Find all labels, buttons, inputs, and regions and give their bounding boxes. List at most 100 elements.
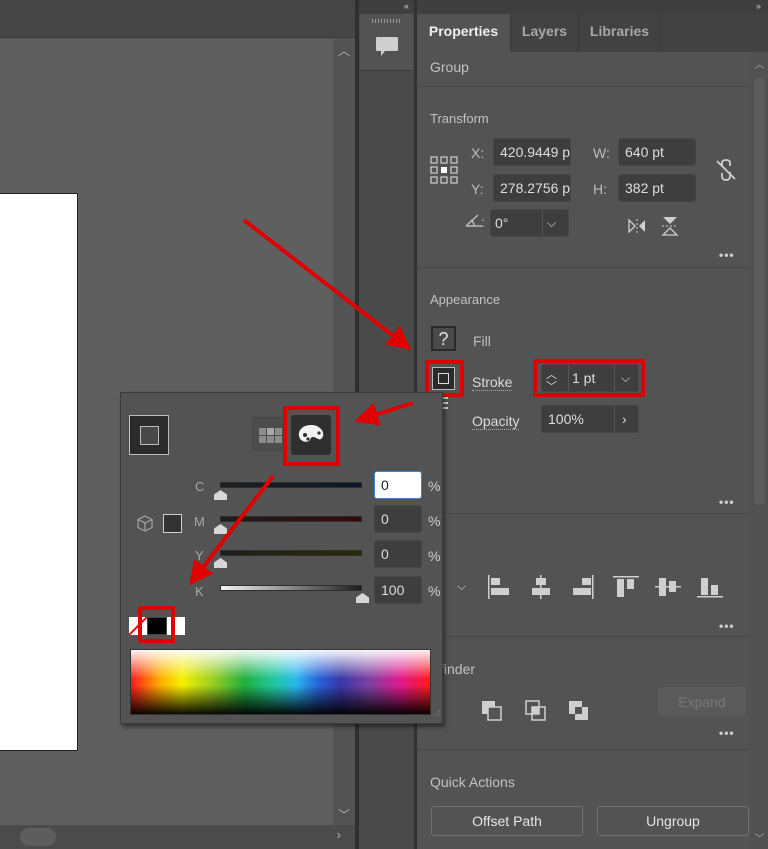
pathfinder-more-options[interactable]: ••• [719,726,735,740]
highlight-color-mixer [283,406,340,466]
panel-scroll-thumb[interactable] [754,77,765,505]
chevron-down-icon[interactable]: ⌵ [457,579,466,594]
web-safe-swatch[interactable] [163,514,182,533]
section-divider [417,267,750,268]
magenta-input[interactable]: 0 [374,505,422,533]
comments-panel-button[interactable] [360,14,413,71]
align-bottom-icon[interactable] [697,576,723,598]
swatches-view-button[interactable] [252,417,287,451]
w-label: W: [593,145,610,161]
align-left-icon[interactable] [488,575,510,599]
pathfinder-exclude-icon[interactable] [568,700,590,722]
stroke-label[interactable]: Stroke [472,374,513,391]
chevron-right-icon[interactable]: › [337,827,341,842]
y-label: Y: [471,181,484,197]
rotate-angle-input[interactable]: 0° ⌵ [490,209,569,237]
tab-libraries[interactable]: Libraries [579,14,661,52]
opacity-value: 100% [548,411,584,427]
chevron-up-icon[interactable]: ︿ [751,56,768,71]
transform-title: Transform [430,111,489,126]
ungroup-button[interactable]: Ungroup [597,806,749,836]
flip-horizontal-icon[interactable] [627,218,647,234]
magenta-label: M [194,514,205,529]
chevron-up-icon[interactable]: ︿ [333,41,355,61]
appearance-title: Appearance [430,292,501,307]
drag-grip[interactable] [372,19,400,23]
yellow-unit: % [428,548,441,564]
magenta-slider[interactable] [220,516,362,522]
black-slider[interactable] [220,585,362,591]
chevron-down-icon[interactable]: ﹀ [751,830,768,845]
cyan-unit: % [428,478,441,494]
offset-path-button[interactable]: Offset Path [431,806,583,836]
stroke-preview-swatch[interactable] [129,415,169,455]
object-type-label: Group [430,59,469,75]
highlight-stroke-weight [533,359,645,397]
expand-button[interactable]: Expand [658,687,746,716]
flip-vertical-icon[interactable] [661,216,679,236]
black-unit: % [428,583,441,599]
y-position-input[interactable]: 278.2756 p [493,174,571,202]
tab-properties[interactable]: Properties [417,14,511,52]
panel-tabs: Properties Layers Libraries [417,14,768,52]
tab-layers[interactable]: Layers [511,14,579,52]
quick-actions-title: Quick Actions [430,774,515,790]
pathfinder-minus-front-icon[interactable] [481,700,503,722]
align-more-options[interactable]: ••• [719,619,735,633]
horizontal-scroll-thumb[interactable] [20,828,56,846]
reference-point-icon[interactable] [430,156,458,184]
cyan-label: C [195,479,205,494]
chevron-down-icon[interactable]: ﹀ [333,805,355,825]
cyan-slider-thumb[interactable] [214,490,227,500]
black-input[interactable]: 100 [374,576,422,604]
color-spectrum[interactable] [130,649,431,715]
section-divider [417,636,750,637]
highlight-black-swatch [138,606,175,643]
width-input[interactable]: 640 pt [618,138,696,166]
cube-out-of-gamut-icon[interactable] [137,515,153,532]
fill-label: Fill [473,333,491,349]
x-label: X: [471,145,485,161]
transform-more-options[interactable]: ••• [719,248,735,262]
black-slider-thumb[interactable] [356,593,369,603]
yellow-input[interactable]: 0 [374,540,422,568]
section-divider [417,749,750,750]
yellow-slider-thumb[interactable] [214,558,227,568]
section-divider [417,513,750,514]
rotate-angle-value: 0° [495,215,509,231]
x-position-input[interactable]: 420.9449 p [493,138,571,166]
canvas-horizontal-scrollbar[interactable]: › [0,825,355,849]
cyan-slider[interactable] [220,482,362,488]
illustrator-window: ︿ ﹀ › ‹‹ ›› Properties Layers Libraries … [0,0,768,849]
h-label: H: [593,181,607,197]
align-vertical-center-icon[interactable] [655,576,681,598]
opacity-input[interactable]: 100% › [541,405,639,433]
pathfinder-title: finder [440,661,476,677]
properties-panel: ›› Properties Layers Libraries Group Tra… [417,0,768,849]
expand-panel-button[interactable]: ›› [417,0,768,14]
document-tab-bar [0,0,357,38]
align-horizontal-center-icon[interactable] [530,575,552,599]
chevron-down-icon[interactable]: ⌵ [547,210,556,236]
resize-grip-icon[interactable] [431,709,441,719]
unlink-proportions-icon[interactable] [715,158,737,182]
magenta-slider-thumb[interactable] [214,524,227,534]
angle-label: : [481,214,485,230]
pathfinder-intersect-icon[interactable] [525,700,547,722]
cyan-input[interactable]: 0 [374,471,422,499]
artboard[interactable] [0,193,78,751]
chevron-right-icon[interactable]: › [622,406,627,432]
fill-swatch[interactable]: ? [431,326,456,351]
appearance-more-options[interactable]: ••• [719,495,735,509]
color-picker-popup: C 0 % M 0 % Y 0 % K 100 % [120,392,443,724]
align-top-icon[interactable] [613,576,639,598]
opacity-label[interactable]: Opacity [472,413,520,430]
align-right-icon[interactable] [572,575,594,599]
speech-bubble-icon [376,37,398,56]
collapse-strip-button[interactable]: ‹‹ [359,0,414,14]
panel-scrollbar[interactable]: ︿ ﹀ [751,52,768,849]
magenta-unit: % [428,513,441,529]
yellow-slider[interactable] [220,550,362,556]
height-input[interactable]: 382 pt [618,174,696,202]
swatches-grid-icon [259,428,282,443]
